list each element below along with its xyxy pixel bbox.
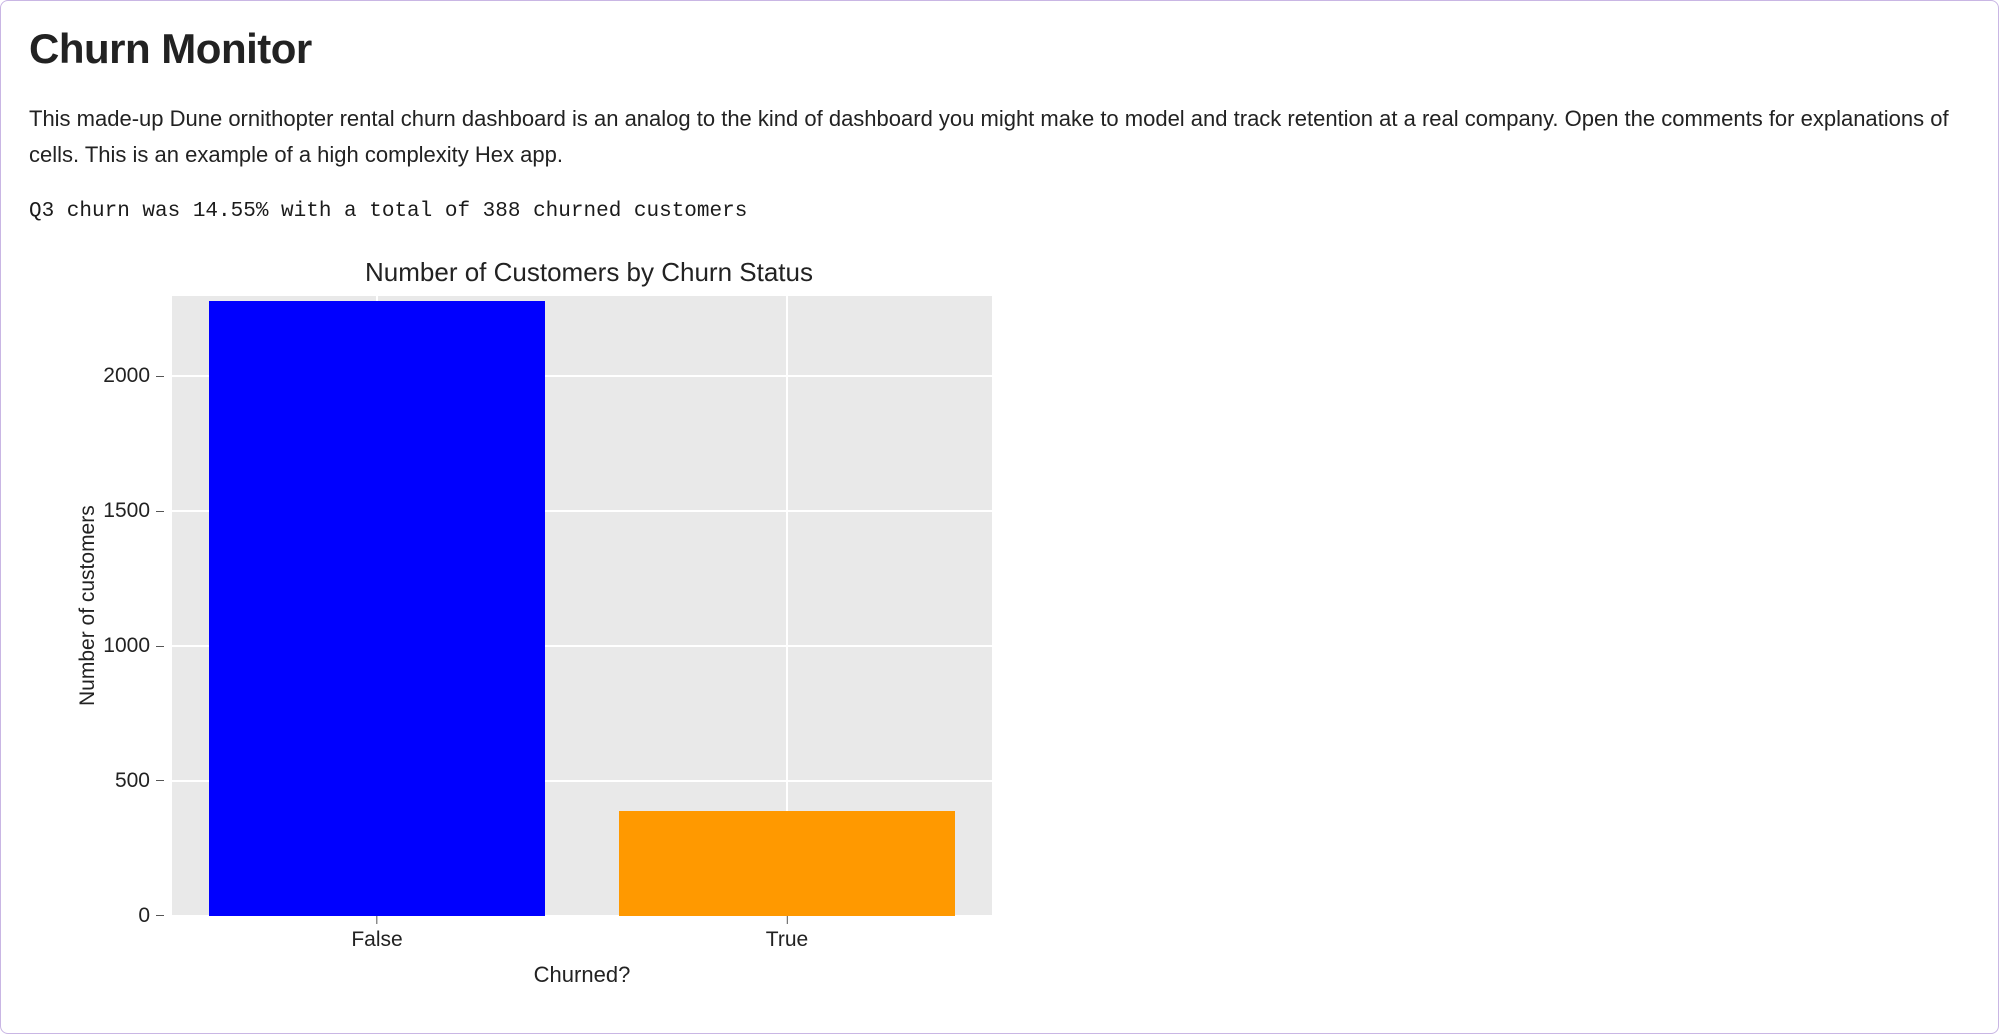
page-description: This made-up Dune ornithopter rental chu…	[29, 101, 1969, 174]
x-tick-label: True	[766, 916, 808, 952]
y-tick-label: 500	[115, 769, 164, 793]
app-frame: Churn Monitor This made-up Dune ornithop…	[0, 0, 1999, 1034]
chart-plot-area	[172, 296, 992, 916]
y-tick-label: 2000	[103, 364, 164, 388]
churn-summary-text: Q3 churn was 14.55% with a total of 388 …	[29, 200, 1970, 223]
y-axis-ticks: 0500100015002000	[102, 296, 172, 916]
y-axis-label: Number of customers	[74, 296, 102, 916]
chart-bar	[619, 811, 955, 916]
x-tick-label: False	[351, 916, 402, 952]
y-tick-label: 1000	[103, 634, 164, 658]
y-tick-label: 0	[138, 904, 164, 928]
chart-title: Number of Customers by Churn Status	[179, 257, 999, 288]
page-title: Churn Monitor	[29, 25, 1970, 73]
x-axis-ticks: False True	[172, 916, 992, 956]
chart-bar	[209, 301, 545, 916]
y-tick-label: 1500	[103, 499, 164, 523]
churn-bar-chart: Number of Customers by Churn Status Numb…	[29, 253, 1009, 988]
x-axis-label: Churned?	[172, 962, 992, 988]
chart-body: Number of customers 0500100015002000	[74, 296, 1009, 916]
